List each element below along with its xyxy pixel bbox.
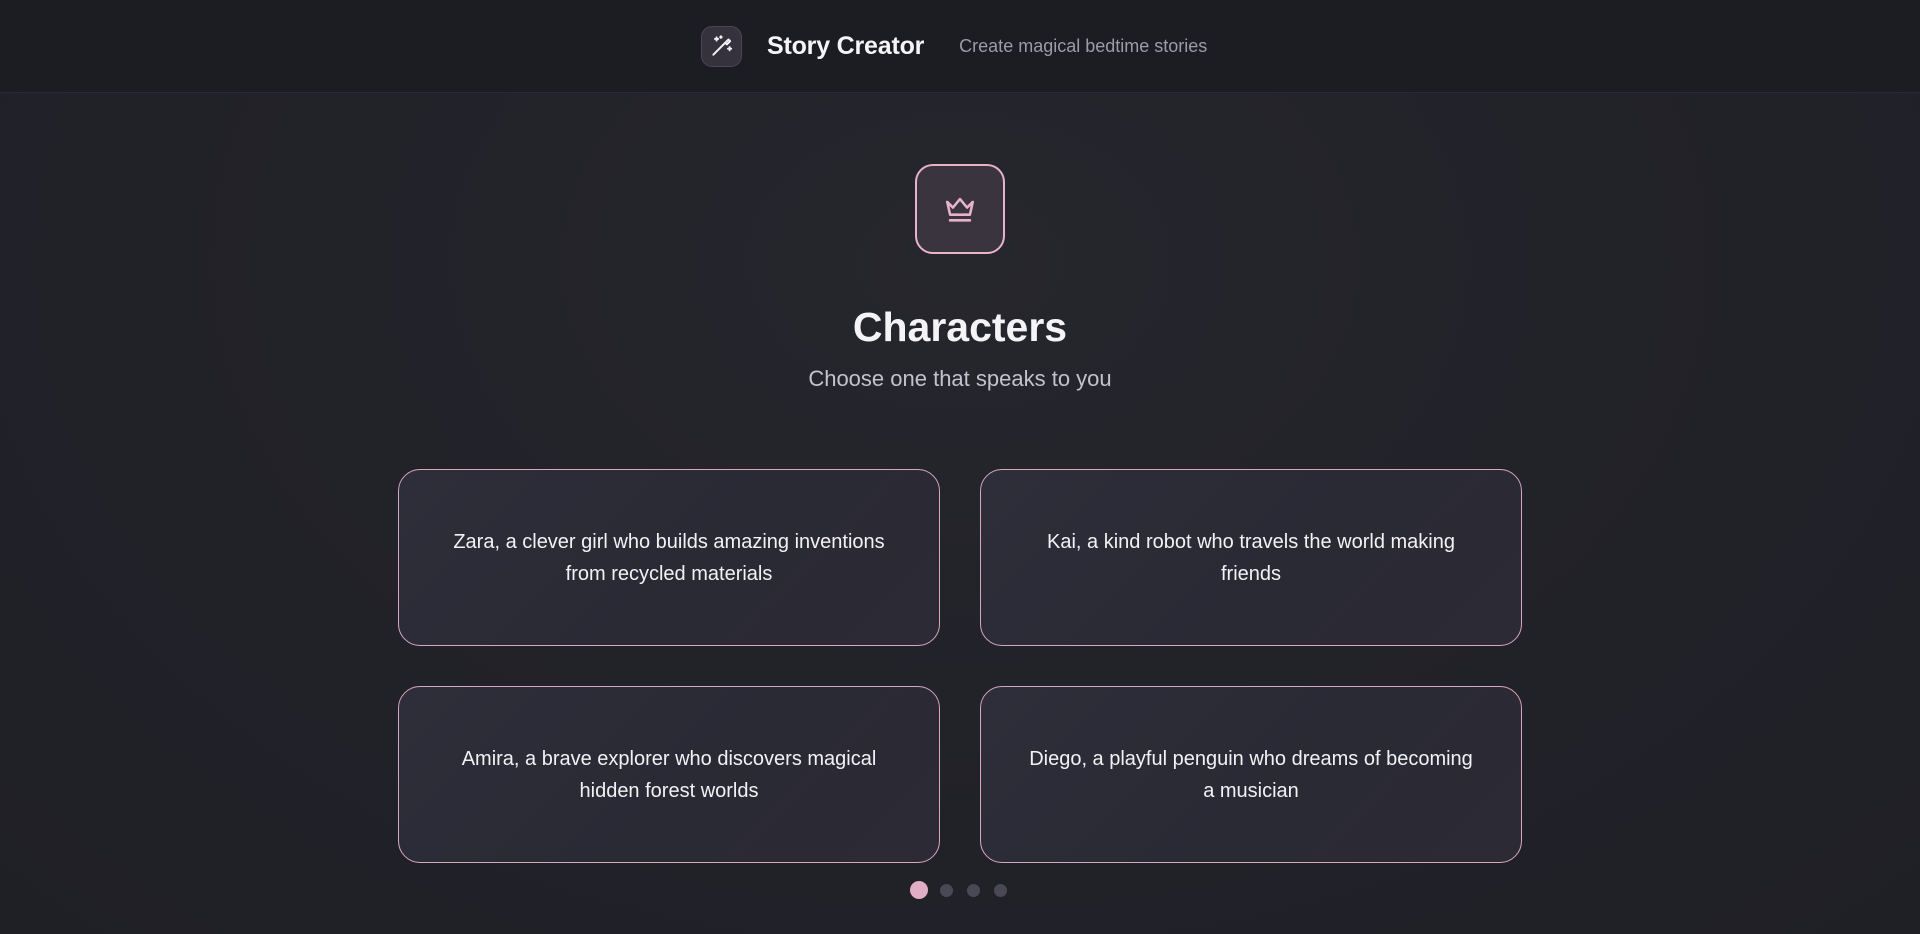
character-card-amira[interactable]: Amira, a brave explorer who discovers ma…	[398, 686, 940, 863]
pagination-dot-3[interactable]	[967, 883, 980, 897]
app-title: Story Creator	[767, 31, 925, 60]
pagination-dot-4[interactable]	[994, 883, 1007, 897]
character-card-kai[interactable]: Kai, a kind robot who travels the world …	[980, 469, 1522, 646]
character-card-text: Amira, a brave explorer who discovers ma…	[461, 747, 877, 802]
magic-wand-icon[interactable]	[701, 25, 742, 67]
character-card-diego[interactable]: Diego, a playful penguin who dreams of b…	[980, 686, 1522, 863]
main-content: Characters Choose one that speaks to you…	[0, 94, 1920, 934]
pagination-dots	[910, 880, 1021, 900]
page-subtitle: Choose one that speaks to you	[808, 366, 1112, 391]
character-card-text: Diego, a playful penguin who dreams of b…	[1029, 747, 1473, 802]
pagination-dot-1[interactable]	[910, 881, 928, 899]
brand: Story Creator Create magical bedtime sto…	[701, 25, 1207, 67]
character-card-text: Kai, a kind robot who travels the world …	[1047, 530, 1455, 585]
page-title: Characters	[852, 304, 1068, 350]
character-card-text: Zara, a clever girl who builds amazing i…	[453, 530, 885, 585]
app-subtitle: Create magical bedtime stories	[959, 35, 1208, 56]
pagination-dot-2[interactable]	[940, 883, 953, 897]
app-header: Story Creator Create magical bedtime sto…	[0, 0, 1920, 93]
character-card-zara[interactable]: Zara, a clever girl who builds amazing i…	[398, 469, 940, 646]
crown-icon	[915, 164, 1005, 254]
